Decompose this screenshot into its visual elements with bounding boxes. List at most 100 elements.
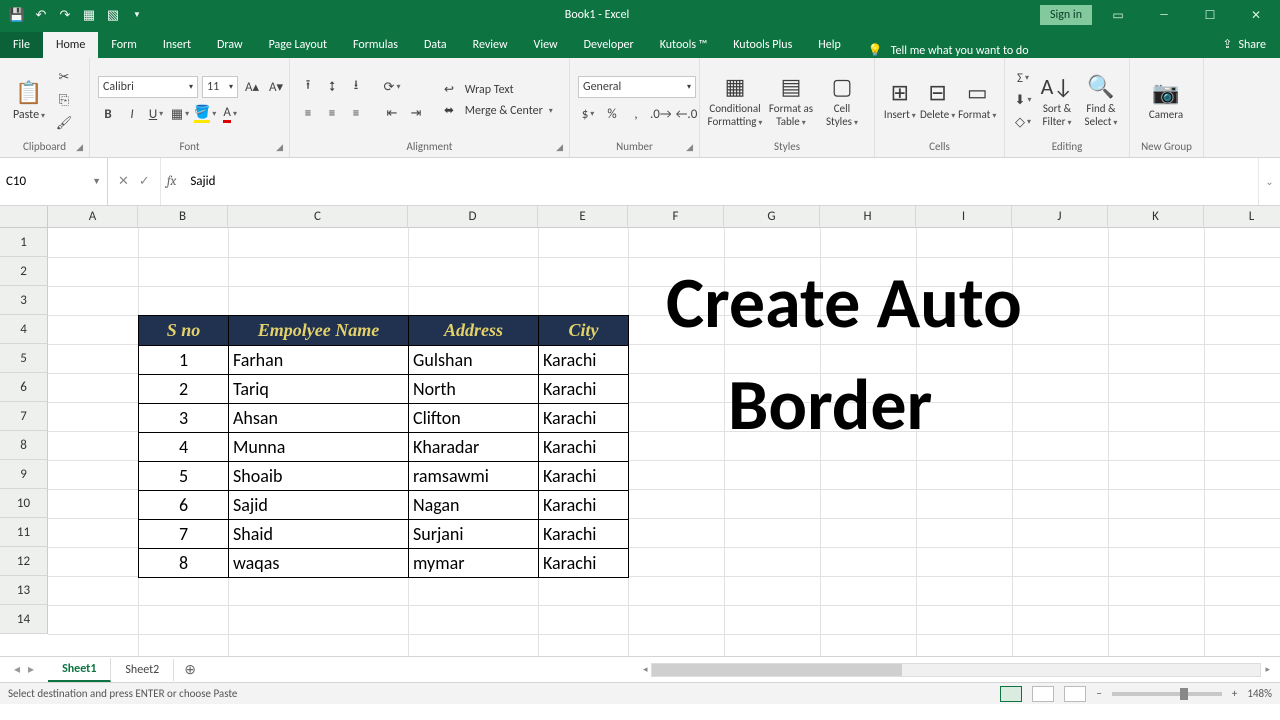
tab-review[interactable]: Review bbox=[460, 32, 521, 58]
close-icon[interactable]: ✕ bbox=[1236, 0, 1276, 30]
col-header-C[interactable]: C bbox=[228, 206, 408, 228]
increase-font-icon[interactable]: A▴ bbox=[242, 77, 262, 97]
underline-button[interactable]: U bbox=[146, 104, 166, 124]
horizontal-scrollbar[interactable]: ◂ ▸ bbox=[206, 663, 1280, 677]
enter-formula-icon[interactable]: ✓ bbox=[139, 174, 150, 189]
normal-view-icon[interactable] bbox=[1000, 686, 1022, 702]
row-header-6[interactable]: 6 bbox=[0, 373, 48, 402]
tab-help[interactable]: Help bbox=[805, 32, 854, 58]
alignment-dialog-icon[interactable]: ◢ bbox=[556, 142, 563, 153]
row-headers[interactable]: 1234567891011121314 bbox=[0, 228, 48, 634]
format-cells-button[interactable]: ▭Format bbox=[956, 79, 998, 121]
col-header-J[interactable]: J bbox=[1012, 206, 1108, 228]
tell-me[interactable]: 💡 Tell me what you want to do bbox=[854, 43, 1209, 58]
sheet-tab-2[interactable]: Sheet2 bbox=[111, 659, 174, 681]
row-header-5[interactable]: 5 bbox=[0, 344, 48, 373]
clipboard-dialog-icon[interactable]: ◢ bbox=[76, 142, 83, 153]
col-header-L[interactable]: L bbox=[1204, 206, 1280, 228]
table-cell[interactable]: 6 bbox=[139, 491, 229, 520]
table-row[interactable]: 8waqasmymarKarachi bbox=[139, 549, 629, 578]
wrap-text-button[interactable]: ↩ Wrap Text bbox=[444, 82, 553, 97]
select-all-corner[interactable] bbox=[0, 206, 48, 228]
tab-draw[interactable]: Draw bbox=[204, 32, 256, 58]
zoom-slider[interactable] bbox=[1112, 692, 1222, 696]
fill-icon[interactable]: ⬇ bbox=[1013, 90, 1033, 110]
font-name-input[interactable]: Calibri▾ bbox=[98, 76, 198, 98]
tab-file[interactable]: File bbox=[0, 32, 43, 58]
table-cell[interactable]: Karachi bbox=[539, 346, 629, 375]
table-cell[interactable]: ramsawmi bbox=[409, 462, 539, 491]
number-format-select[interactable]: General▾ bbox=[578, 76, 696, 98]
align-middle-icon[interactable]: ⭥ bbox=[322, 77, 342, 97]
table-cell[interactable]: Karachi bbox=[539, 520, 629, 549]
column-headers[interactable]: ABCDEFGHIJKL bbox=[48, 206, 1280, 228]
tab-pagelayout[interactable]: Page Layout bbox=[256, 32, 340, 58]
table-cell[interactable]: Clifton bbox=[409, 404, 539, 433]
sheet-nav-prev-icon[interactable]: ◂ bbox=[14, 662, 20, 677]
tab-kutoolsplus[interactable]: Kutools Plus bbox=[720, 32, 805, 58]
data-table[interactable]: S noEmpolyee NameAddressCity 1FarhanGuls… bbox=[138, 315, 629, 578]
autosum-icon[interactable]: Σ bbox=[1013, 68, 1033, 88]
fx-icon[interactable]: fx bbox=[161, 158, 183, 205]
camera-button[interactable]: 📷Camera bbox=[1136, 79, 1196, 121]
table-cell[interactable]: Tariq bbox=[229, 375, 409, 404]
tab-home[interactable]: Home bbox=[43, 32, 98, 58]
qat-customize-icon[interactable]: ▦ bbox=[78, 4, 100, 26]
table-header[interactable]: Empolyee Name bbox=[229, 316, 409, 346]
col-header-K[interactable]: K bbox=[1108, 206, 1204, 228]
insert-cells-button[interactable]: ⊞Insert bbox=[881, 79, 919, 121]
paste-button[interactable]: 📋 Paste bbox=[6, 79, 52, 122]
table-header[interactable]: S no bbox=[139, 316, 229, 346]
table-cell[interactable]: Karachi bbox=[539, 549, 629, 578]
col-header-F[interactable]: F bbox=[628, 206, 724, 228]
redo-icon[interactable]: ↷ bbox=[54, 4, 76, 26]
col-header-E[interactable]: E bbox=[538, 206, 628, 228]
row-header-7[interactable]: 7 bbox=[0, 402, 48, 431]
table-cell[interactable]: 1 bbox=[139, 346, 229, 375]
col-header-G[interactable]: G bbox=[724, 206, 820, 228]
decrease-font-icon[interactable]: A▾ bbox=[266, 77, 286, 97]
expand-formula-icon[interactable]: ⌄ bbox=[1258, 158, 1280, 205]
clear-icon[interactable]: ◇ bbox=[1013, 112, 1033, 132]
sort-filter-button[interactable]: A↓Sort & Filter bbox=[1035, 73, 1079, 128]
col-header-B[interactable]: B bbox=[138, 206, 228, 228]
row-header-8[interactable]: 8 bbox=[0, 431, 48, 460]
table-row[interactable]: 6SajidNaganKarachi bbox=[139, 491, 629, 520]
increase-decimal-icon[interactable]: .0→ bbox=[650, 104, 672, 124]
table-cell[interactable]: Karachi bbox=[539, 462, 629, 491]
accounting-format-icon[interactable]: $ bbox=[578, 104, 598, 124]
qat-more-icon[interactable]: ▧ bbox=[102, 4, 124, 26]
table-cell[interactable]: 8 bbox=[139, 549, 229, 578]
table-cell[interactable]: waqas bbox=[229, 549, 409, 578]
row-header-2[interactable]: 2 bbox=[0, 257, 48, 286]
save-icon[interactable]: 💾 bbox=[6, 4, 28, 26]
row-header-11[interactable]: 11 bbox=[0, 518, 48, 547]
cancel-formula-icon[interactable]: ✕ bbox=[118, 174, 129, 189]
table-header[interactable]: City bbox=[539, 316, 629, 346]
zoom-in-icon[interactable]: + bbox=[1232, 687, 1237, 700]
row-header-10[interactable]: 10 bbox=[0, 489, 48, 518]
tab-view[interactable]: View bbox=[521, 32, 571, 58]
table-cell[interactable]: Shaid bbox=[229, 520, 409, 549]
table-row[interactable]: 7ShaidSurjaniKarachi bbox=[139, 520, 629, 549]
align-bottom-icon[interactable]: ⭳ bbox=[346, 77, 366, 97]
table-cell[interactable]: Ahsan bbox=[229, 404, 409, 433]
find-select-button[interactable]: 🔍Find & Select bbox=[1079, 73, 1123, 128]
col-header-H[interactable]: H bbox=[820, 206, 916, 228]
font-size-input[interactable]: 11▾ bbox=[202, 76, 238, 98]
table-row[interactable]: 5ShoaibramsawmiKarachi bbox=[139, 462, 629, 491]
font-dialog-icon[interactable]: ◢ bbox=[276, 142, 283, 153]
table-cell[interactable]: 2 bbox=[139, 375, 229, 404]
comma-format-icon[interactable]: , bbox=[626, 104, 646, 124]
row-header-12[interactable]: 12 bbox=[0, 547, 48, 576]
table-cell[interactable]: 4 bbox=[139, 433, 229, 462]
conditional-formatting-button[interactable]: ▦Conditional Formatting bbox=[706, 73, 764, 128]
ribbon-options-icon[interactable]: ▭ bbox=[1098, 0, 1138, 30]
table-row[interactable]: 2TariqNorthKarachi bbox=[139, 375, 629, 404]
table-cell[interactable]: Surjani bbox=[409, 520, 539, 549]
maximize-icon[interactable]: ☐ bbox=[1190, 0, 1230, 30]
col-header-D[interactable]: D bbox=[408, 206, 538, 228]
align-top-icon[interactable]: ⭱ bbox=[298, 77, 318, 97]
table-row[interactable]: 4MunnaKharadarKarachi bbox=[139, 433, 629, 462]
name-box[interactable]: C10▼ bbox=[0, 158, 108, 205]
